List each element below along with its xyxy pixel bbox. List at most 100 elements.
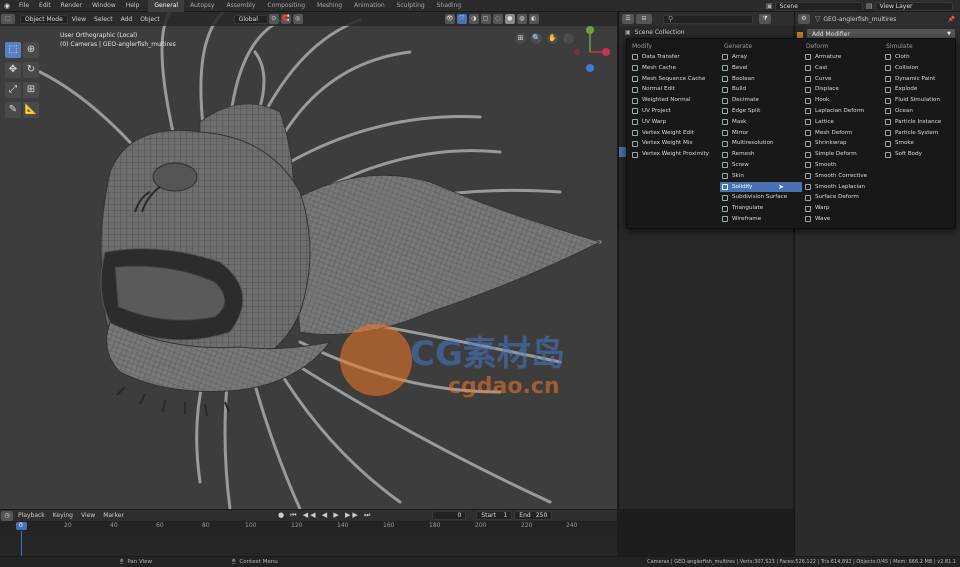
menu-window[interactable]: Window	[87, 0, 121, 12]
menu-item-armature[interactable]: Armature	[803, 52, 883, 63]
menu-item-vertex-weight-mix[interactable]: Vertex Weight Mix	[630, 138, 718, 149]
menu-item-mirror[interactable]: Mirror	[720, 128, 802, 139]
menu-item-uv-warp[interactable]: UV Warp	[630, 117, 718, 128]
menu-help[interactable]: Help	[121, 0, 145, 12]
menu-item-bevel[interactable]: Bevel	[720, 63, 802, 74]
timeline-editor-icon[interactable]: ◷	[1, 510, 13, 521]
outliner-editor-icon[interactable]: ☰	[622, 14, 634, 24]
menu-item-normal-edit[interactable]: Normal Edit	[630, 84, 718, 95]
menu-item-skin[interactable]: Skin	[720, 171, 802, 182]
menu-item-solidify[interactable]: Solidify ➤	[720, 181, 802, 193]
menu-item-dynamic-paint[interactable]: Dynamic Paint	[883, 74, 955, 85]
menu-item-mask[interactable]: Mask	[720, 117, 802, 128]
workspace-tab-autopsy[interactable]: Autopsy	[184, 0, 220, 12]
timeline-menu-keying[interactable]: Keying	[49, 512, 77, 519]
mode-selector[interactable]: Object Mode	[20, 14, 68, 24]
pan-hand-icon[interactable]: ✋	[547, 33, 558, 44]
menu-item-vertex-weight-edit[interactable]: Vertex Weight Edit	[630, 128, 718, 139]
pivot-icon[interactable]: ⊙	[268, 14, 279, 24]
menu-item-boolean[interactable]: Boolean	[720, 74, 802, 85]
menu-item-decimate[interactable]: Decimate	[720, 95, 802, 106]
menu-item-shrinkwrap[interactable]: Shrinkwrap	[803, 138, 883, 149]
menu-item-ocean[interactable]: Ocean	[883, 106, 955, 117]
menu-item-smoke[interactable]: Smoke	[883, 138, 955, 149]
annotate-icon[interactable]: ✎	[5, 102, 21, 118]
shading-rendered-icon[interactable]: ◐	[528, 14, 539, 24]
menu-item-uv-project[interactable]: UV Project	[630, 106, 718, 117]
start-frame-field[interactable]: Start 1	[476, 511, 513, 520]
menu-item-lattice[interactable]: Lattice	[803, 117, 883, 128]
menu-edit[interactable]: Edit	[34, 0, 56, 12]
end-frame-field[interactable]: End 250	[514, 511, 553, 520]
rotate-icon[interactable]: ↻	[23, 62, 39, 78]
shading-material-icon[interactable]: ◍	[516, 14, 527, 24]
scene-collection-row[interactable]: ▣ Scene Collection	[625, 28, 685, 37]
xray-icon[interactable]: ▢	[480, 14, 491, 24]
menu-item-multiresolution[interactable]: Multiresolution	[720, 138, 802, 149]
timeline-menu-marker[interactable]: Marker	[99, 512, 128, 519]
menu-file[interactable]: File	[14, 0, 34, 12]
shading-solid-icon[interactable]: ●	[504, 14, 515, 24]
timeline-menu-playback[interactable]: Playback	[14, 512, 49, 519]
viewport-menu-object[interactable]: Object	[136, 16, 164, 23]
menu-item-cast[interactable]: Cast	[803, 63, 883, 74]
snap-icon[interactable]: 🧲	[280, 14, 291, 24]
transform-icon[interactable]: ⊞	[23, 82, 39, 98]
toggle-camera-icon[interactable]: ⊞	[515, 33, 526, 44]
menu-render[interactable]: Render	[56, 0, 87, 12]
viewport-menu-select[interactable]: Select	[90, 16, 117, 23]
workspace-tab-shading[interactable]: Shading	[431, 0, 467, 12]
camera-view-icon[interactable]: 🎥	[563, 33, 574, 44]
view-layer-field[interactable]: View Layer	[874, 1, 953, 11]
workspace-tab-general[interactable]: General	[148, 0, 185, 12]
menu-item-smooth-laplacian[interactable]: Smooth Laplacian	[803, 182, 883, 193]
menu-item-vertex-weight-proximity[interactable]: Vertex Weight Proximity	[630, 149, 718, 160]
menu-item-collision[interactable]: Collision	[883, 63, 955, 74]
orientation-selector[interactable]: Global	[233, 14, 268, 24]
editor-type-icon[interactable]: ⬚	[1, 14, 15, 24]
menu-item-mesh-sequence-cache[interactable]: Mesh Sequence Cache	[630, 74, 718, 85]
menu-item-mesh-deform[interactable]: Mesh Deform	[803, 128, 883, 139]
select-box-icon[interactable]: ⬚	[5, 42, 21, 58]
workspace-tab-compositing[interactable]: Compositing	[261, 0, 311, 12]
menu-item-build[interactable]: Build	[720, 84, 802, 95]
menu-item-fluid-simulation[interactable]: Fluid Simulation	[883, 95, 955, 106]
menu-item-data-transfer[interactable]: Data Transfer	[630, 52, 718, 63]
cursor-icon[interactable]: ⊕	[23, 42, 39, 58]
menu-item-simple-deform[interactable]: Simple Deform	[803, 149, 883, 160]
menu-item-curve[interactable]: Curve	[803, 74, 883, 85]
frame-ruler[interactable]: 0 20 40 60 80 100 120 140 160 180 200 22…	[0, 521, 617, 531]
pin-icon[interactable]: 📌	[948, 16, 955, 23]
view-layer-selector[interactable]: ▤ View Layer	[866, 1, 953, 11]
proportional-edit-icon[interactable]: ◎	[292, 14, 303, 24]
menu-item-wireframe[interactable]: Wireframe	[720, 214, 802, 225]
shading-wireframe-icon[interactable]: ◌	[492, 14, 503, 24]
measure-icon[interactable]: 📐	[23, 102, 39, 118]
scale-icon[interactable]: ⤢	[5, 82, 21, 98]
workspace-tab-assembly[interactable]: Assembly	[220, 0, 261, 12]
overlay-icon[interactable]: ◑	[468, 14, 479, 24]
blender-logo-icon[interactable]: ◉	[0, 2, 14, 10]
menu-item-cloth[interactable]: Cloth	[883, 52, 955, 63]
move-icon[interactable]: ✥	[5, 62, 21, 78]
viewport-menu-add[interactable]: Add	[117, 16, 137, 23]
menu-item-smooth-corrective[interactable]: Smooth Corrective	[803, 171, 883, 182]
viewport-menu-view[interactable]: View	[68, 16, 90, 23]
timeline-tracks[interactable]	[0, 531, 617, 557]
menu-item-particle-system[interactable]: Particle System	[883, 128, 955, 139]
menu-item-edge-split[interactable]: Edge Split	[720, 106, 802, 117]
visibility-icon[interactable]: 👁	[444, 14, 455, 24]
menu-item-triangulate[interactable]: Triangulate	[720, 203, 802, 214]
menu-item-wave[interactable]: Wave	[803, 214, 883, 225]
menu-item-laplacian-deform[interactable]: Laplacian Deform	[803, 106, 883, 117]
scene-field[interactable]: Scene	[774, 1, 863, 11]
filter-icon[interactable]: ⧩	[759, 14, 771, 24]
playback-controls[interactable]: ● ⏮ ◀◀ ◀ ▶ ▶▶ ⏭	[278, 511, 372, 520]
menu-item-smooth[interactable]: Smooth	[803, 160, 883, 171]
menu-item-screw[interactable]: Screw	[720, 160, 802, 171]
menu-item-weighted-normal[interactable]: Weighted Normal	[630, 95, 718, 106]
menu-item-hook[interactable]: Hook	[803, 95, 883, 106]
menu-item-remesh[interactable]: Remesh	[720, 149, 802, 160]
display-mode-icon[interactable]: ⊟	[636, 14, 652, 24]
menu-item-soft-body[interactable]: Soft Body	[883, 149, 955, 160]
